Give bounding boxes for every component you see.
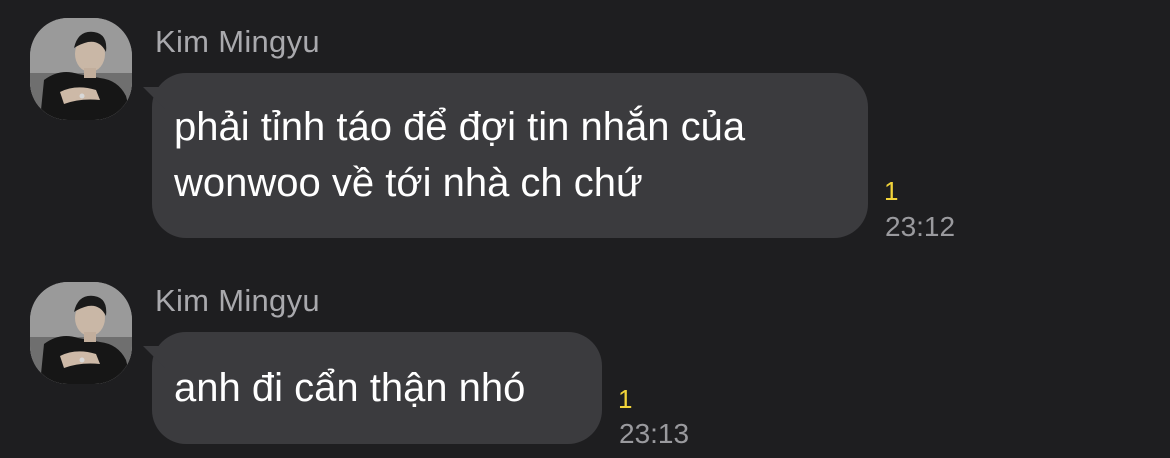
- person-photo-avatar-icon: [30, 282, 132, 384]
- message-timestamp: 23:13: [619, 418, 690, 449]
- message-group: Kim Mingyu phải tỉnh táo để đợi tin nhắn…: [0, 0, 1170, 250]
- sender-name: Kim Mingyu: [155, 24, 320, 59]
- person-photo-avatar-icon: [30, 18, 132, 120]
- message-bubble[interactable]: anh đi cẩn thận nhó: [152, 332, 602, 444]
- message-group: Kim Mingyu anh đi cẩn thận nhó 1 23:13: [0, 270, 1170, 458]
- avatar[interactable]: [30, 282, 132, 384]
- sender-name: Kim Mingyu: [155, 283, 320, 318]
- chat-thread: Kim Mingyu phải tỉnh táo để đợi tin nhắn…: [0, 0, 1170, 458]
- avatar[interactable]: [30, 18, 132, 120]
- unread-count-badge: 1: [618, 384, 633, 414]
- message-bubble[interactable]: phải tỉnh táo để đợi tin nhắn của wonwoo…: [152, 73, 868, 238]
- unread-count-badge: 1: [884, 176, 899, 206]
- message-timestamp: 23:12: [885, 211, 956, 242]
